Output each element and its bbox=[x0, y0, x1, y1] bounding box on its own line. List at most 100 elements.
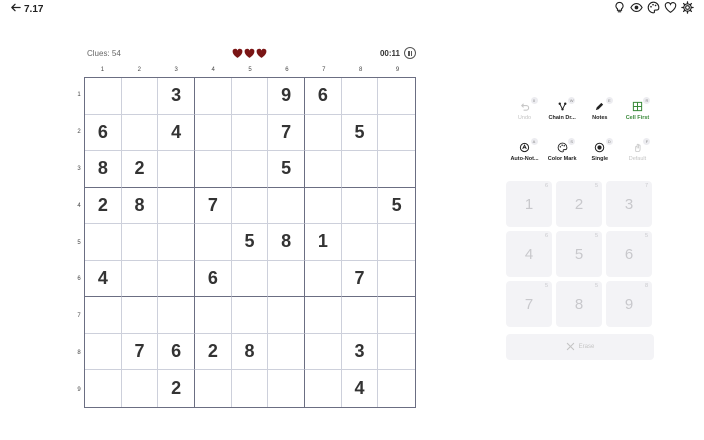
sudoku-cell[interactable] bbox=[85, 224, 122, 261]
palette-icon[interactable] bbox=[647, 1, 660, 14]
sudoku-cell[interactable] bbox=[305, 187, 342, 225]
tool-single[interactable]: D Single bbox=[581, 138, 618, 165]
sudoku-cell[interactable] bbox=[195, 151, 232, 188]
sudoku-cell[interactable] bbox=[231, 187, 269, 225]
tool-notes[interactable]: E Notes bbox=[581, 97, 618, 124]
sudoku-cell[interactable] bbox=[231, 114, 269, 152]
sudoku-cell[interactable] bbox=[231, 260, 269, 298]
sudoku-cell[interactable] bbox=[305, 297, 342, 334]
sudoku-cell[interactable] bbox=[378, 151, 415, 188]
sudoku-cell[interactable] bbox=[305, 114, 342, 152]
sudoku-cell[interactable] bbox=[305, 333, 342, 371]
sudoku-cell[interactable] bbox=[121, 260, 159, 298]
sudoku-cell[interactable] bbox=[268, 333, 305, 371]
eye-icon[interactable] bbox=[630, 1, 643, 14]
sudoku-cell[interactable] bbox=[121, 78, 159, 115]
sudoku-cell[interactable] bbox=[305, 370, 342, 407]
sudoku-cell[interactable] bbox=[341, 78, 379, 115]
sudoku-cell[interactable] bbox=[122, 370, 159, 407]
back-button[interactable]: 7.17 bbox=[10, 2, 43, 16]
sudoku-cell[interactable] bbox=[158, 297, 195, 334]
lightbulb-icon[interactable] bbox=[613, 1, 626, 14]
sudoku-cell[interactable] bbox=[268, 187, 305, 225]
tool-default[interactable]: F Default bbox=[619, 138, 656, 165]
sudoku-cell[interactable] bbox=[268, 297, 305, 334]
sudoku-cell[interactable]: 7 bbox=[195, 187, 232, 225]
sudoku-cell[interactable]: 7 bbox=[341, 260, 379, 298]
number-key[interactable]: 89 bbox=[606, 281, 652, 327]
sudoku-cell[interactable]: 6 bbox=[85, 114, 122, 152]
sudoku-cell[interactable]: 5 bbox=[231, 224, 269, 261]
sudoku-cell[interactable] bbox=[158, 151, 195, 188]
sudoku-cell[interactable] bbox=[378, 370, 415, 407]
sudoku-cell[interactable]: 8 bbox=[231, 333, 269, 371]
sudoku-cell[interactable] bbox=[378, 78, 415, 115]
sudoku-cell[interactable] bbox=[378, 224, 415, 261]
sudoku-cell[interactable] bbox=[195, 370, 232, 407]
sudoku-cell[interactable]: 4 bbox=[85, 260, 122, 298]
tool-auto-not[interactable]: A Auto-Not... bbox=[506, 138, 543, 165]
sudoku-cell[interactable] bbox=[158, 187, 195, 225]
sudoku-cell[interactable]: 7 bbox=[121, 333, 159, 371]
sudoku-cell[interactable]: 6 bbox=[158, 333, 195, 371]
sudoku-cell[interactable] bbox=[305, 151, 342, 188]
sudoku-cell[interactable]: 6 bbox=[195, 260, 232, 298]
sudoku-cell[interactable] bbox=[305, 260, 342, 298]
sudoku-cell[interactable] bbox=[195, 224, 232, 261]
sudoku-cell[interactable] bbox=[85, 78, 122, 115]
number-key[interactable]: 56 bbox=[606, 231, 652, 277]
sudoku-cell[interactable]: 5 bbox=[378, 188, 415, 225]
sudoku-cell[interactable] bbox=[341, 151, 379, 188]
sudoku-cell[interactable]: 9 bbox=[268, 78, 305, 115]
sudoku-cell[interactable]: 2 bbox=[158, 370, 195, 407]
sudoku-cell[interactable] bbox=[268, 260, 305, 298]
sudoku-cell[interactable] bbox=[341, 187, 379, 225]
sudoku-cell[interactable] bbox=[85, 333, 122, 371]
number-key[interactable]: 64 bbox=[506, 231, 552, 277]
number-key[interactable]: 73 bbox=[606, 181, 652, 227]
sudoku-cell[interactable] bbox=[85, 370, 122, 407]
sudoku-cell[interactable] bbox=[268, 370, 305, 407]
sudoku-cell[interactable]: 2 bbox=[121, 151, 159, 188]
sudoku-cell[interactable] bbox=[378, 334, 415, 371]
sudoku-cell[interactable] bbox=[231, 297, 269, 334]
sudoku-cell[interactable] bbox=[341, 297, 379, 334]
sudoku-cell[interactable] bbox=[121, 114, 159, 152]
gear-icon[interactable] bbox=[681, 1, 694, 14]
tool-cell-first[interactable]: R Cell First bbox=[619, 97, 656, 124]
tool-undo[interactable]: 0 Undo bbox=[506, 97, 543, 124]
sudoku-cell[interactable]: 5 bbox=[341, 114, 379, 152]
sudoku-cell[interactable]: 3 bbox=[158, 78, 195, 115]
sudoku-cell[interactable]: 4 bbox=[342, 370, 379, 407]
sudoku-cell[interactable] bbox=[378, 261, 415, 298]
tool-color-mark[interactable]: S Color Mark bbox=[544, 138, 581, 165]
heart-icon[interactable] bbox=[664, 1, 677, 14]
sudoku-cell[interactable] bbox=[195, 114, 232, 152]
sudoku-cell[interactable]: 4 bbox=[158, 114, 195, 152]
sudoku-cell[interactable] bbox=[378, 115, 415, 152]
tool-chain-dr[interactable]: W Chain Dr... bbox=[544, 97, 581, 124]
sudoku-cell[interactable] bbox=[232, 370, 269, 407]
number-key[interactable]: 55 bbox=[556, 231, 602, 277]
sudoku-cell[interactable] bbox=[378, 297, 415, 334]
sudoku-cell[interactable] bbox=[121, 224, 159, 261]
sudoku-cell[interactable] bbox=[195, 78, 232, 115]
sudoku-cell[interactable] bbox=[158, 260, 195, 298]
sudoku-cell[interactable] bbox=[341, 224, 379, 261]
sudoku-cell[interactable]: 2 bbox=[195, 333, 232, 371]
sudoku-cell[interactable]: 3 bbox=[341, 333, 379, 371]
number-key[interactable]: 58 bbox=[556, 281, 602, 327]
sudoku-cell[interactable]: 6 bbox=[305, 78, 342, 115]
sudoku-cell[interactable]: 5 bbox=[268, 151, 305, 188]
sudoku-cell[interactable] bbox=[231, 151, 269, 188]
sudoku-cell[interactable]: 2 bbox=[85, 187, 122, 225]
sudoku-cell[interactable] bbox=[231, 78, 269, 115]
number-key[interactable]: 52 bbox=[556, 181, 602, 227]
number-key[interactable]: 57 bbox=[506, 281, 552, 327]
pause-button[interactable] bbox=[404, 47, 416, 59]
sudoku-cell[interactable] bbox=[195, 297, 232, 334]
erase-button[interactable]: Erase bbox=[506, 334, 654, 360]
sudoku-cell[interactable] bbox=[121, 297, 159, 334]
sudoku-cell[interactable]: 7 bbox=[268, 114, 305, 152]
sudoku-cell[interactable] bbox=[85, 297, 122, 334]
